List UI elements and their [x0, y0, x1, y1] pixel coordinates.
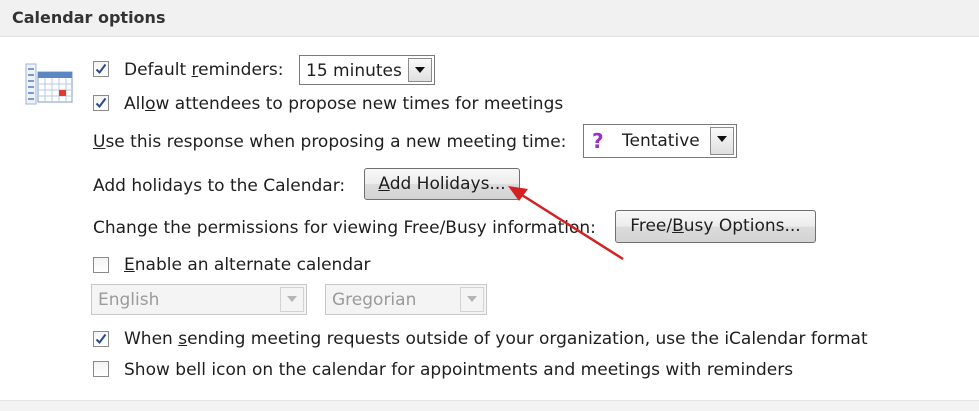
annotation-arrow-icon [508, 186, 624, 261]
bottom-divider [0, 400, 979, 411]
